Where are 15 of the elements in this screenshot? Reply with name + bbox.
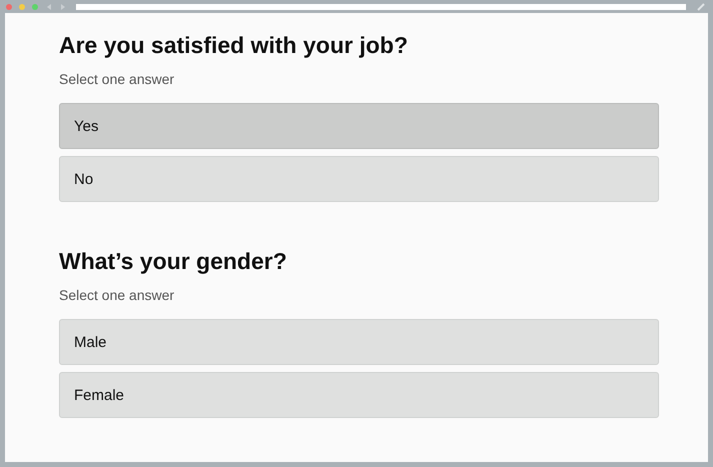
expand-icon[interactable] xyxy=(696,2,706,10)
back-icon[interactable] xyxy=(46,4,52,10)
answer-option[interactable]: Female xyxy=(59,372,659,418)
question-hint: Select one answer xyxy=(59,70,176,88)
answer-option[interactable]: No xyxy=(59,156,659,202)
question-hint: Select one answer xyxy=(59,286,176,304)
answer-option[interactable]: Male xyxy=(59,319,659,365)
minimize-dot-icon[interactable] xyxy=(19,4,25,10)
address-bar[interactable] xyxy=(76,4,686,10)
maximize-dot-icon[interactable] xyxy=(32,4,38,10)
question-title: Are you satisfied with your job? xyxy=(59,31,409,60)
question-title: What’s your gender? xyxy=(59,247,288,276)
close-dot-icon[interactable] xyxy=(6,4,12,10)
answer-option[interactable]: Yes xyxy=(59,103,659,149)
forward-icon[interactable] xyxy=(60,4,66,10)
